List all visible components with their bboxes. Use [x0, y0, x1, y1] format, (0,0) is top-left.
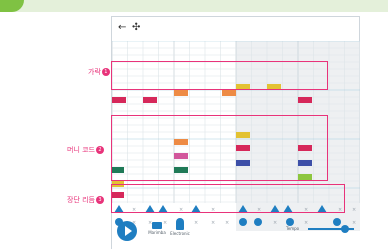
melody-note[interactable] [112, 97, 126, 103]
empty-beat-marker[interactable]: × [352, 220, 356, 226]
annotation-label: 장단 리듬 [67, 196, 95, 204]
melody-note[interactable] [298, 97, 312, 103]
circle-beat-icon[interactable] [286, 218, 294, 226]
tempo-slider-handle[interactable] [340, 225, 349, 233]
app-toolbar: ← ✣ [112, 17, 359, 41]
chord-callout-box [111, 115, 328, 181]
annotation-rhythm: 장단 리듬 3 [67, 196, 104, 205]
instrument-label: Marimba [148, 230, 166, 235]
circle-beat-icon[interactable] [254, 218, 262, 226]
circle-beat-icon[interactable] [333, 218, 341, 226]
empty-beat-marker[interactable]: × [194, 220, 198, 226]
control-bar: Marimba Electronic Tempo [112, 221, 360, 249]
annotation-label: 가락 [88, 68, 101, 76]
rhythm-callout-box [111, 184, 345, 213]
empty-beat-marker[interactable]: × [352, 207, 356, 213]
instrument-label: Electronic [170, 231, 190, 236]
empty-beat-marker[interactable]: × [273, 220, 277, 226]
move-icon[interactable]: ✣ [132, 22, 140, 34]
top-banner [0, 0, 388, 12]
electronic-icon [176, 222, 184, 230]
empty-beat-marker[interactable]: × [304, 220, 308, 226]
annotation-melody: 가락 1 [88, 68, 110, 77]
marimba-icon [152, 222, 162, 229]
melody-note[interactable] [174, 90, 188, 96]
annotation-chord: 머니 코드 2 [67, 146, 104, 155]
play-button[interactable] [117, 221, 137, 241]
empty-beat-marker[interactable]: × [211, 220, 215, 226]
annotation-number: 2 [96, 146, 104, 154]
melody-note[interactable] [143, 97, 157, 103]
instrument-electronic-button[interactable]: Electronic [169, 222, 191, 237]
instrument-marimba-button[interactable]: Marimba [146, 222, 168, 236]
melody-callout-box [111, 61, 328, 90]
annotation-number: 1 [101, 68, 110, 76]
annotation-label: 머니 코드 [67, 146, 95, 154]
tempo-label: Tempo [286, 226, 300, 231]
annotation-number: 3 [96, 196, 104, 204]
melody-note[interactable] [222, 90, 236, 96]
back-arrow-icon[interactable]: ← [118, 22, 126, 34]
empty-beat-marker[interactable]: × [225, 220, 229, 226]
circle-beat-icon[interactable] [239, 218, 247, 226]
